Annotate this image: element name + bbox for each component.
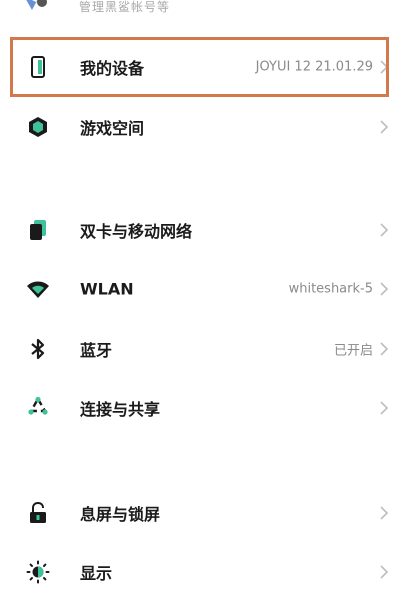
account-avatar-icon bbox=[22, 0, 48, 14]
settings-item-display[interactable]: 显示 bbox=[0, 543, 411, 601]
bluetooth-icon bbox=[26, 337, 50, 361]
settings-item-connection-share[interactable]: 连接与共享 bbox=[0, 379, 411, 437]
chevron-right-icon bbox=[379, 222, 389, 238]
settings-item-value: 已开启 bbox=[333, 343, 373, 359]
display-brightness-icon bbox=[26, 560, 50, 584]
settings-item-label: 蓝牙 bbox=[80, 341, 113, 360]
chevron-right-icon bbox=[379, 341, 389, 357]
chevron-right-icon bbox=[379, 119, 389, 135]
settings-item-my-device[interactable]: 我的设备 JOYUI 12 21.01.29 bbox=[0, 38, 411, 96]
settings-item-label: 息屏与锁屏 bbox=[80, 505, 161, 524]
settings-item-value: JOYUI 12 21.01.29 bbox=[255, 59, 373, 75]
settings-item-bluetooth[interactable]: 蓝牙 已开启 bbox=[0, 320, 411, 378]
settings-item-label: 双卡与移动网络 bbox=[80, 222, 193, 241]
settings-item-value: whiteshark-5 bbox=[288, 281, 373, 297]
settings-item-label: 连接与共享 bbox=[80, 400, 161, 419]
settings-item-lock-screen[interactable]: 息屏与锁屏 bbox=[0, 484, 411, 542]
chevron-right-icon bbox=[379, 505, 389, 521]
settings-item-label: 显示 bbox=[80, 564, 113, 583]
settings-item-dual-sim[interactable]: 双卡与移动网络 bbox=[0, 201, 411, 259]
game-space-icon bbox=[26, 115, 50, 139]
settings-item-label: 我的设备 bbox=[80, 59, 145, 78]
connection-share-icon bbox=[26, 396, 50, 420]
sim-card-icon bbox=[26, 218, 50, 242]
lock-icon bbox=[26, 501, 50, 525]
chevron-right-icon bbox=[379, 59, 389, 75]
phone-icon bbox=[26, 55, 50, 79]
account-row-fragment[interactable]: 管理黑鲨帐号等 bbox=[0, 0, 411, 24]
settings-item-label: WLAN bbox=[80, 279, 134, 299]
settings-item-game-space[interactable]: 游戏空间 bbox=[0, 98, 411, 156]
settings-item-wlan[interactable]: WLAN whiteshark-5 bbox=[0, 260, 411, 318]
settings-item-label: 游戏空间 bbox=[80, 119, 145, 138]
chevron-right-icon bbox=[379, 400, 389, 416]
chevron-right-icon bbox=[379, 281, 389, 297]
account-description: 管理黑鲨帐号等 bbox=[79, 0, 171, 14]
wifi-icon bbox=[26, 277, 50, 301]
chevron-right-icon bbox=[379, 564, 389, 580]
